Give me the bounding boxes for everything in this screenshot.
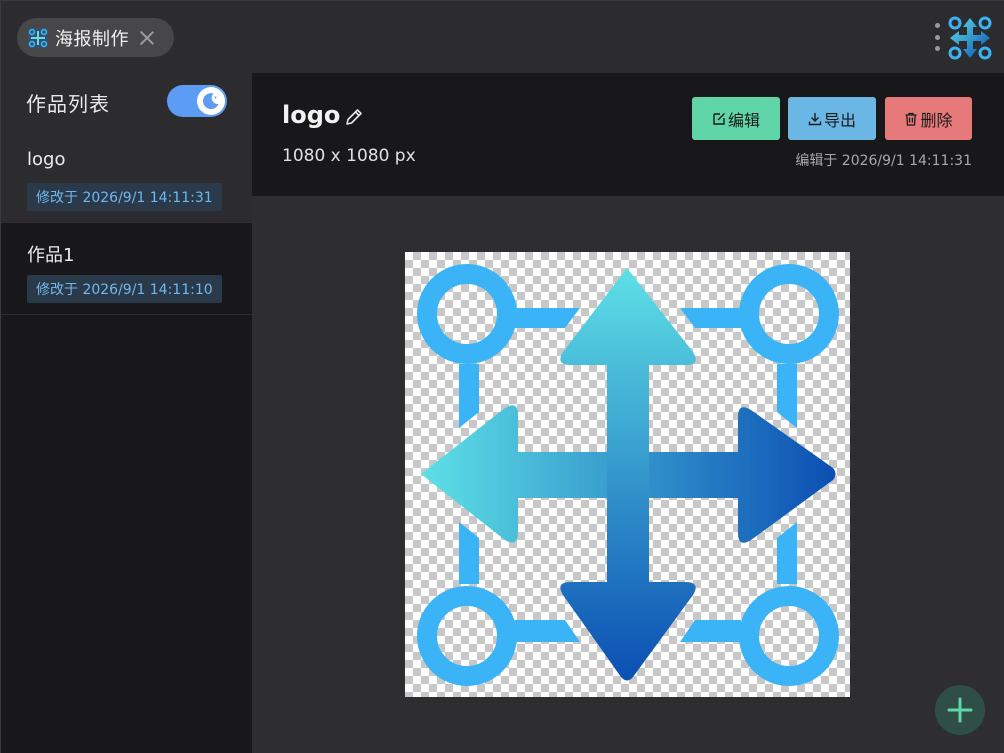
app-grid-icon <box>28 27 48 48</box>
modified-badge: 修改于 2026/9/1 14:11:10 <box>27 275 222 303</box>
edit-button[interactable]: 编辑 <box>692 97 780 140</box>
edit-button-label: 编辑 <box>727 110 760 130</box>
edited-timestamp: 编辑于 2026/9/1 14:11:31 <box>795 153 972 169</box>
sidebar-title: 作品列表 <box>26 91 110 116</box>
logo-artwork <box>417 264 839 686</box>
export-button-label: 导出 <box>823 110 856 130</box>
detail-header: logo 1080 x 1080 px 编辑 导出 删除 编辑于 2026/9/… <box>252 73 1004 196</box>
more-menu-icon[interactable] <box>935 23 941 51</box>
export-button[interactable]: 导出 <box>788 97 876 140</box>
work-list-item-work1[interactable]: 作品1 修改于 2026/9/1 14:11:10 <box>1 223 252 315</box>
close-icon[interactable] <box>139 30 155 46</box>
tab-poster-maker[interactable]: 海报制作 <box>17 18 174 57</box>
work-list-item-logo[interactable]: logo 修改于 2026/9/1 14:11:31 <box>1 131 252 223</box>
rename-pencil-icon[interactable] <box>344 107 364 127</box>
download-icon <box>808 112 822 125</box>
tab-label: 海报制作 <box>55 28 129 50</box>
delete-button[interactable]: 删除 <box>885 97 972 140</box>
add-work-button[interactable] <box>935 685 985 735</box>
trash-icon <box>905 112 917 126</box>
document-dimensions: 1080 x 1080 px <box>282 146 416 166</box>
delete-button-label: 删除 <box>920 110 953 130</box>
work-item-name: 作品1 <box>27 245 75 266</box>
main-panel: logo 1080 x 1080 px 编辑 导出 删除 编辑于 2026/9/… <box>252 73 1004 753</box>
sidebar-header: 作品列表 <box>1 73 252 131</box>
app-window: 海报制作 作品列表 logo 修改于 2026/9/1 14:11:31 作品1… <box>0 0 1004 753</box>
app-logo-icon <box>948 16 992 60</box>
work-item-name: logo <box>27 149 66 170</box>
sidebar: 作品列表 logo 修改于 2026/9/1 14:11:31 作品1 修改于 … <box>1 73 252 753</box>
toggle-knob <box>197 87 225 115</box>
moon-icon <box>203 93 219 110</box>
theme-toggle[interactable] <box>167 85 227 117</box>
plus-icon <box>947 697 973 723</box>
poster-preview[interactable] <box>405 252 850 697</box>
document-title: logo <box>282 101 341 129</box>
edit-icon <box>713 112 725 125</box>
modified-badge: 修改于 2026/9/1 14:11:31 <box>27 183 222 211</box>
title-bar: 海报制作 <box>1 1 1004 73</box>
